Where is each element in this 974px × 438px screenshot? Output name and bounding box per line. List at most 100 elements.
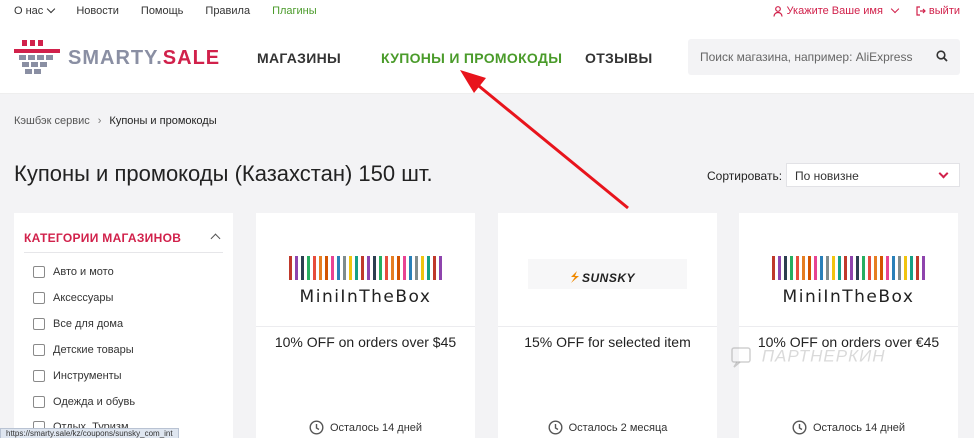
watermark-text: ПАРТНЕРКИН: [761, 346, 886, 366]
barcode-stripe: [898, 256, 901, 280]
site-header: SMARTY.SALE МАГАЗИНЫ КУПОНЫ И ПРОМОКОДЫ …: [0, 22, 974, 94]
barcode-stripe: [772, 256, 775, 280]
search-input[interactable]: [688, 39, 918, 75]
category-checkbox[interactable]: [33, 318, 45, 330]
store-name: SUNSKY: [582, 271, 636, 285]
category-label: Все для дома: [53, 318, 124, 330]
nav-coupons[interactable]: КУПОНЫ И ПРОМОКОДЫ: [381, 50, 562, 66]
store-logo: MiniInTheBox: [256, 213, 475, 327]
barcode-stripe: [802, 256, 805, 280]
barcode-stripe: [856, 256, 859, 280]
barcode-stripe: [367, 256, 370, 280]
category-label: Авто и мото: [53, 266, 114, 278]
chevron-down-icon: [938, 168, 949, 179]
watermark: ПАРТНЕРКИН: [730, 346, 886, 368]
coupon-offer: 15% OFF for selected item: [524, 334, 691, 350]
barcode-stripe: [295, 256, 298, 280]
barcode-stripe: [868, 256, 871, 280]
sunsky-logo-icon: [571, 271, 579, 283]
barcode-stripe: [391, 256, 394, 280]
category-item[interactable]: Аксессуары: [33, 292, 113, 304]
barcode-stripe: [325, 256, 328, 280]
categories-title: КАТЕГОРИИ МАГАЗИНОВ: [24, 231, 182, 245]
category-checkbox[interactable]: [33, 292, 45, 304]
category-checkbox[interactable]: [33, 370, 45, 382]
breadcrumb-separator-icon: ›: [97, 115, 102, 127]
coupon-remaining: Осталось 14 дней: [256, 420, 475, 435]
barcode-stripe: [385, 256, 388, 280]
barcode-stripe: [415, 256, 418, 280]
breadcrumb-root[interactable]: Кэшбэк сервис: [14, 115, 90, 127]
category-label: Аксессуары: [53, 292, 114, 304]
topbar-link-news[interactable]: Новости: [76, 5, 119, 17]
barcode-stripe: [784, 256, 787, 280]
category-checkbox[interactable]: [33, 344, 45, 356]
topbar-link-plugins[interactable]: Плагины: [272, 5, 317, 17]
barcode-logo-graphic: [286, 256, 445, 280]
barcode-stripe: [331, 256, 334, 280]
barcode-stripe: [319, 256, 322, 280]
barcode-stripe: [361, 256, 364, 280]
coupon-remaining-label: Осталось 2 месяца: [568, 421, 668, 434]
category-item[interactable]: Инструменты: [33, 370, 122, 382]
breadcrumb-current: Купоны и промокоды: [109, 115, 217, 127]
coupon-card[interactable]: MiniInTheBox 10% OFF on orders over $45 …: [256, 213, 475, 438]
nav-reviews[interactable]: ОТЗЫВЫ: [585, 50, 653, 66]
logo-basket-icon: [14, 40, 60, 74]
barcode-stripe: [397, 256, 400, 280]
nav-stores[interactable]: МАГАЗИНЫ: [257, 50, 341, 66]
barcode-stripe: [379, 256, 382, 280]
barcode-stripe: [796, 256, 799, 280]
category-item[interactable]: Детские товары: [33, 344, 134, 356]
category-item[interactable]: Все для дома: [33, 318, 123, 330]
page-title: Купоны и промокоды (Казахстан) 150 шт.: [14, 161, 433, 186]
topbar-link-rules[interactable]: Правила: [205, 5, 250, 17]
categories-panel: КАТЕГОРИИ МАГАЗИНОВ Авто и мото Аксессуа…: [14, 213, 233, 438]
barcode-stripe: [790, 256, 793, 280]
chevron-up-icon[interactable]: [210, 233, 221, 244]
barcode-stripe: [409, 256, 412, 280]
category-label: Инструменты: [53, 370, 122, 382]
browser-status-url: https://smarty.sale/kz/coupons/sunsky_co…: [0, 428, 179, 438]
barcode-stripe: [892, 256, 895, 280]
coupon-card[interactable]: MiniInTheBox 10% OFF on orders over €45 …: [739, 213, 958, 438]
logout-label: выйти: [928, 5, 960, 17]
barcode-stripe: [373, 256, 376, 280]
barcode-stripe: [826, 256, 829, 280]
coupon-remaining-label: Осталось 14 дней: [329, 421, 423, 434]
barcode-stripe: [922, 256, 925, 280]
category-checkbox[interactable]: [33, 266, 45, 278]
top-bar: О нас Новости Помощь Правила Плагины Ука…: [0, 0, 974, 22]
search-icon[interactable]: [936, 50, 948, 62]
logo-wordmark-part1: SMARTY.: [68, 46, 163, 69]
coupon-remaining: Осталось 2 месяца: [498, 420, 717, 435]
barcode-stripe: [307, 256, 310, 280]
barcode-stripe: [355, 256, 358, 280]
barcode-stripe: [439, 256, 442, 280]
category-item[interactable]: Авто и мото: [33, 266, 114, 278]
barcode-stripe: [403, 256, 406, 280]
logout-link[interactable]: выйти: [916, 5, 960, 17]
barcode-stripe: [910, 256, 913, 280]
topbar-link-help[interactable]: Помощь: [141, 5, 184, 17]
store-logo: SUNSKY: [498, 213, 717, 327]
coupon-offer: 10% OFF on orders over $45: [274, 334, 457, 350]
sort-value: По новизне: [795, 169, 859, 183]
clock-icon: [792, 420, 807, 435]
topbar-link-about[interactable]: О нас: [14, 4, 56, 17]
category-checkbox[interactable]: [33, 396, 45, 408]
coupon-card[interactable]: SUNSKY 15% OFF for selected item Осталос…: [498, 213, 717, 438]
barcode-stripe: [808, 256, 811, 280]
barcode-stripe: [778, 256, 781, 280]
category-item[interactable]: Одежда и обувь: [33, 396, 135, 408]
about-label: О нас: [14, 5, 44, 17]
barcode-stripe: [814, 256, 817, 280]
sort-select[interactable]: По новизне: [786, 163, 960, 187]
logo-wordmark-part2: SALE: [162, 46, 221, 69]
watermark-icon: [731, 347, 751, 368]
user-menu[interactable]: Укажите Ваше имя: [772, 4, 900, 17]
logout-icon: [916, 6, 926, 16]
category-label: Детские товары: [53, 344, 134, 356]
barcode-stripe: [844, 256, 847, 280]
site-logo[interactable]: SMARTY.SALE: [14, 40, 220, 76]
